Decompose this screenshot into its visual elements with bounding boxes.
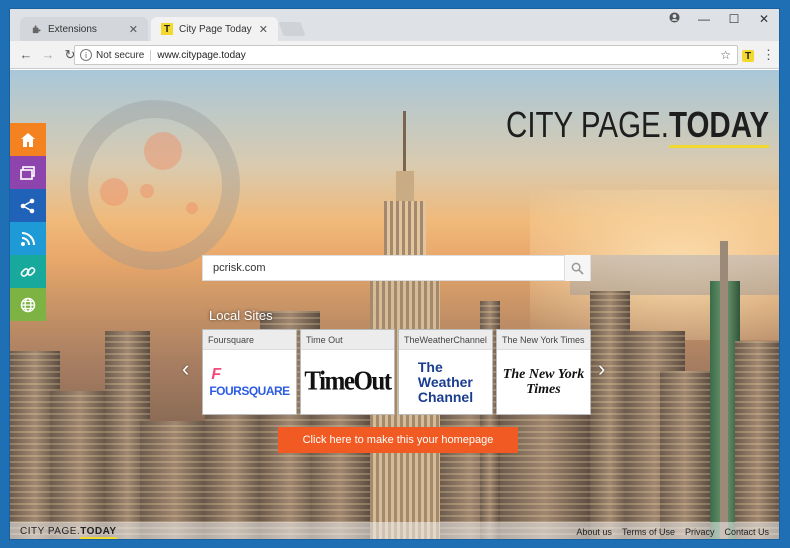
forward-arrow-icon[interactable]: → xyxy=(38,45,58,65)
nyt-logo: The New York Times xyxy=(497,350,590,414)
tab-citypage[interactable]: T City Page Today Home P ✕ xyxy=(151,17,278,41)
tile-timeout[interactable]: Time Out TimeOut xyxy=(300,329,395,415)
home-icon xyxy=(21,132,35,147)
timeout-logo-text: TimeOut xyxy=(304,366,392,397)
account-icon[interactable] xyxy=(659,12,689,26)
twc-line1: The xyxy=(417,358,443,375)
sidebar-link-button[interactable] xyxy=(10,255,46,288)
globe-icon xyxy=(20,297,36,312)
tile-title: Time Out xyxy=(301,330,394,350)
windows-icon xyxy=(20,165,35,180)
url-text[interactable]: www.citypage.today xyxy=(157,50,720,61)
sidebar xyxy=(10,123,46,321)
local-sites-tiles: Foursquare F FOURSQUARE Time Out TimeOut… xyxy=(202,329,592,415)
search-button[interactable] xyxy=(564,255,590,281)
page-content: CITY PAGE.TODAY pcrisk.com Local Sites ‹… xyxy=(10,70,779,539)
footer: CITY PAGE.TODAY About us Terms of Use Pr… xyxy=(10,522,779,539)
window-close-icon[interactable]: ✕ xyxy=(749,12,779,26)
brand-logo-part1: CITY PAGE. xyxy=(506,104,669,145)
nyt-line1: The New York xyxy=(502,367,585,382)
footer-link-terms[interactable]: Terms of Use xyxy=(622,527,675,537)
twc-line3: Channel xyxy=(417,388,474,405)
footer-logo-part2: TODAY xyxy=(80,526,117,539)
tab-strip: Extensions ✕ T City Page Today Home P ✕ … xyxy=(10,9,779,41)
watermark-logo xyxy=(70,100,240,270)
nyt-line2: Times xyxy=(526,382,561,397)
brand-logo: CITY PAGE.TODAY xyxy=(506,104,770,148)
sidebar-share-button[interactable] xyxy=(10,189,46,222)
twc-line2: Weather xyxy=(417,373,473,390)
tile-weather-channel[interactable]: TheWeatherChannel The Weather Channel xyxy=(398,329,493,415)
tab-title: City Page Today Home P xyxy=(179,23,255,35)
brand-logo-part2: TODAY xyxy=(668,104,770,148)
footer-link-privacy[interactable]: Privacy xyxy=(685,527,715,537)
puzzle-icon xyxy=(30,23,42,35)
sea xyxy=(570,255,779,295)
tab-title: Extensions xyxy=(48,23,97,35)
foursquare-logo-text: FOURSQUARE xyxy=(209,384,290,398)
info-icon[interactable]: i xyxy=(80,49,92,61)
new-tab-button[interactable] xyxy=(278,22,306,36)
search-box xyxy=(202,255,591,281)
carousel-next-arrow-icon[interactable]: › xyxy=(598,356,605,382)
search-icon xyxy=(571,262,584,275)
make-homepage-button[interactable]: Click here to make this your homepage xyxy=(278,427,518,453)
maximize-icon[interactable]: ☐ xyxy=(719,12,749,26)
footer-link-contact[interactable]: Contact Us xyxy=(724,527,769,537)
tile-new-york-times[interactable]: The New York Times The New York Times xyxy=(496,329,591,415)
close-icon[interactable]: ✕ xyxy=(259,23,268,36)
extension-icon[interactable]: T xyxy=(742,50,754,62)
local-sites-title: Local Sites xyxy=(209,308,273,323)
citypage-icon: T xyxy=(161,23,173,35)
tile-foursquare[interactable]: Foursquare F FOURSQUARE xyxy=(202,329,297,415)
sidebar-home-button[interactable] xyxy=(10,123,46,156)
tile-title: Foursquare xyxy=(203,330,296,350)
bookmark-star-icon[interactable]: ☆ xyxy=(720,48,731,62)
rss-icon xyxy=(21,231,35,246)
tab-extensions[interactable]: Extensions ✕ xyxy=(20,17,148,41)
browser-window: Extensions ✕ T City Page Today Home P ✕ … xyxy=(9,8,780,540)
toolbar: ← → ↻ i Not secure www.citypage.today ☆ … xyxy=(10,41,779,69)
link-icon xyxy=(20,266,36,277)
foursquare-logo: F FOURSQUARE xyxy=(203,350,296,414)
footer-logo-part1: CITY PAGE. xyxy=(20,526,81,537)
share-icon xyxy=(20,198,35,213)
address-bar[interactable]: i Not secure www.citypage.today ☆ xyxy=(74,45,738,65)
footer-logo: CITY PAGE.TODAY xyxy=(20,526,117,539)
minimize-icon[interactable]: — xyxy=(689,12,719,26)
sidebar-rss-button[interactable] xyxy=(10,222,46,255)
window-controls: — ☐ ✕ xyxy=(659,9,779,29)
footer-link-about[interactable]: About us xyxy=(576,527,612,537)
back-arrow-icon[interactable]: ← xyxy=(16,45,36,65)
close-icon[interactable]: ✕ xyxy=(129,23,138,36)
security-label[interactable]: Not secure xyxy=(96,49,152,61)
weather-channel-logo: The Weather Channel xyxy=(399,350,492,414)
sidebar-globe-button[interactable] xyxy=(10,288,46,321)
menu-icon[interactable]: ⋮ xyxy=(762,47,775,63)
foursquare-glyph: F xyxy=(211,366,222,383)
tile-title: The New York Times xyxy=(497,330,590,350)
timeout-logo: TimeOut xyxy=(301,350,394,414)
tile-title: TheWeatherChannel xyxy=(399,330,492,350)
footer-links: About us Terms of Use Privacy Contact Us xyxy=(576,527,769,537)
sidebar-windows-button[interactable] xyxy=(10,156,46,189)
carousel-prev-arrow-icon[interactable]: ‹ xyxy=(182,356,189,382)
search-input[interactable] xyxy=(203,256,564,280)
